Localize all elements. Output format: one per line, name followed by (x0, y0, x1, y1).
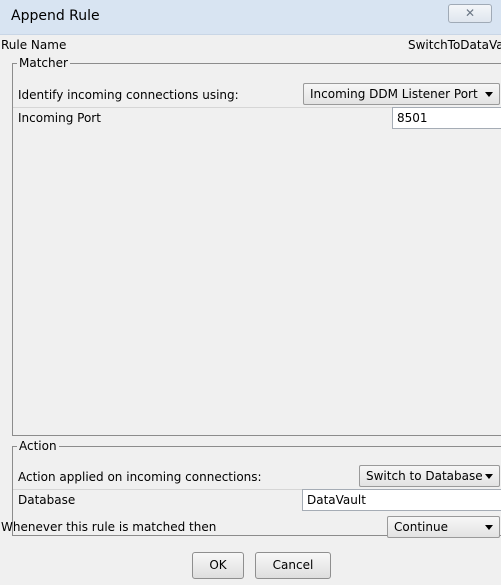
chevron-down-icon (485, 474, 493, 479)
append-rule-dialog: Append Rule ✕ Rule Name SwitchToDataVa M… (0, 0, 501, 585)
rule-name-field[interactable]: SwitchToDataVa (400, 35, 501, 57)
action-applied-value: Switch to Database (366, 469, 483, 483)
title-bar: Append Rule ✕ (0, 0, 501, 35)
whenever-value: Continue (394, 520, 448, 534)
matcher-legend: Matcher (17, 56, 70, 70)
chevron-down-icon (485, 92, 493, 97)
whenever-label: Whenever this rule is matched then (1, 520, 217, 534)
cancel-button[interactable]: Cancel (255, 552, 331, 579)
identify-connections-dropdown[interactable]: Incoming DDM Listener Port (303, 83, 500, 105)
whenever-dropdown[interactable]: Continue (387, 516, 500, 538)
chevron-down-icon (485, 525, 493, 530)
database-label: Database (18, 493, 76, 507)
identify-connections-value: Incoming DDM Listener Port (310, 87, 478, 101)
action-legend: Action (17, 439, 59, 453)
close-icon: ✕ (464, 6, 476, 20)
identify-connections-label: Identify incoming connections using: (18, 88, 239, 102)
dialog-title: Append Rule (11, 8, 100, 24)
database-field[interactable]: DataVault (302, 489, 501, 511)
ok-button[interactable]: OK (192, 552, 244, 579)
close-button[interactable]: ✕ (448, 4, 492, 23)
action-applied-label: Action applied on incoming connections: (18, 470, 262, 484)
incoming-port-field[interactable]: 8501 (392, 107, 501, 129)
incoming-port-label: Incoming Port (18, 111, 101, 125)
rule-name-label: Rule Name (1, 38, 67, 52)
action-applied-dropdown[interactable]: Switch to Database (359, 465, 500, 487)
